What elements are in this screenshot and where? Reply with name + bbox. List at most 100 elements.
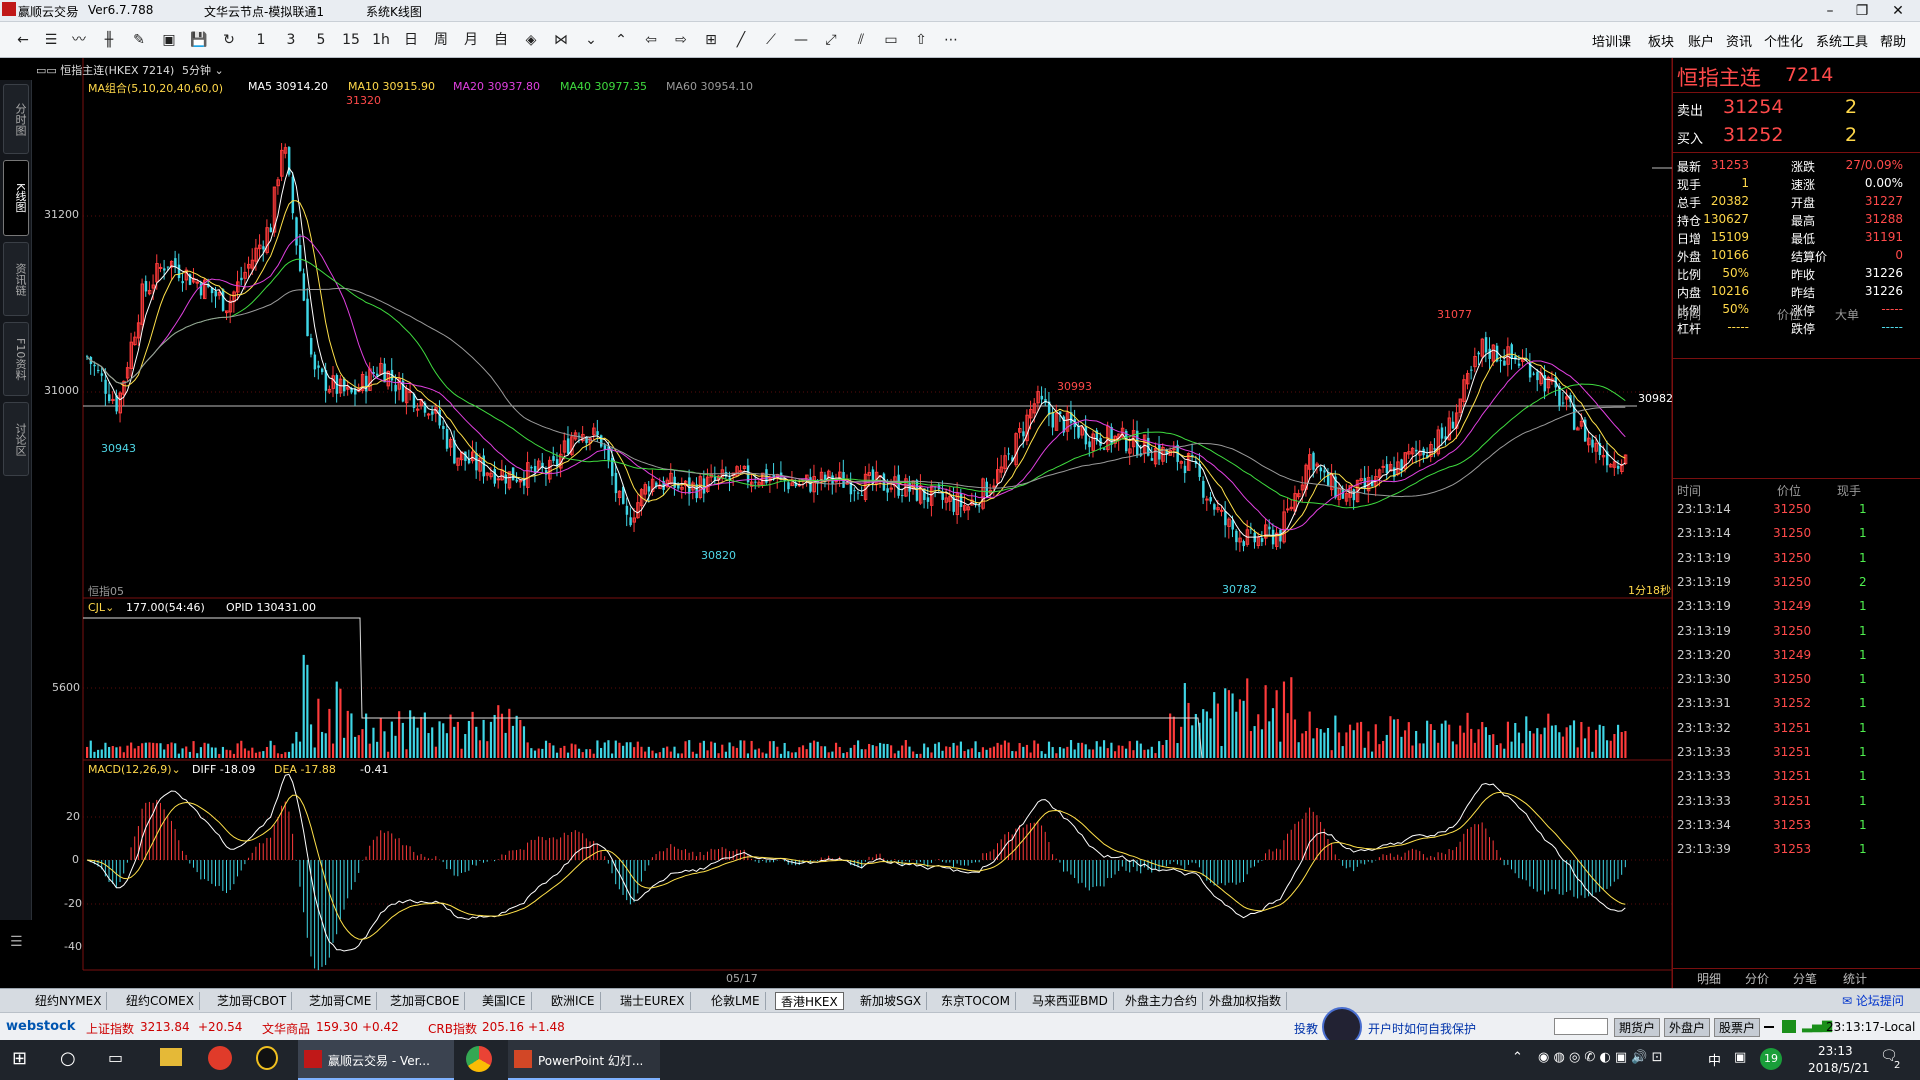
market-tab[interactable]: 芝加哥CBOE xyxy=(385,992,466,1010)
foreign-account-button[interactable]: 外盘户 xyxy=(1664,1018,1711,1037)
symbol-label[interactable]: ▭▭ 恒指主连(HKEX 7214) xyxy=(36,62,174,78)
volume-title[interactable]: CJL⌄ xyxy=(88,601,114,614)
double-up-icon[interactable]: ⌃ xyxy=(608,29,634,51)
tick-row[interactable]: 23:13:19 31249 1 xyxy=(1673,597,1909,619)
search-circle-icon[interactable]: ○ xyxy=(60,1048,76,1069)
market-tab[interactable]: 纽约NYMEX xyxy=(30,992,108,1010)
server-node[interactable]: 文华云节点-模拟联通1 xyxy=(204,3,324,20)
period-5m[interactable]: 5 xyxy=(308,29,334,51)
arrow-right-icon[interactable]: ⇨ xyxy=(668,29,694,51)
market-tab[interactable]: 纽约COMEX xyxy=(121,992,200,1010)
task-powerpoint[interactable]: PowerPoint 幻灯... xyxy=(508,1040,660,1080)
more-icon[interactable]: ⋯ xyxy=(938,29,964,51)
menu-help[interactable]: 帮助 xyxy=(1880,31,1906,50)
ime-indicator[interactable]: 中 xyxy=(1708,1050,1721,1069)
tick-row[interactable]: 23:13:31 31252 1 xyxy=(1673,694,1909,716)
sh-index-label[interactable]: 上证指数 xyxy=(86,1020,134,1037)
tab-timeshare[interactable]: 分时图 xyxy=(3,84,29,154)
period-1h[interactable]: 1h xyxy=(368,29,394,51)
period-month[interactable]: 月 xyxy=(458,29,484,51)
period-custom[interactable]: 自 xyxy=(488,29,514,51)
tab-by-tick[interactable]: 分笔 xyxy=(1793,969,1817,989)
restore-icon[interactable]: ❐ xyxy=(1842,1,1882,21)
market-tab[interactable]: 伦敦LME xyxy=(706,992,766,1010)
buy-price[interactable]: 31252 xyxy=(1723,124,1783,146)
market-tab[interactable]: 芝加哥CBOT xyxy=(212,992,293,1010)
tab-f10[interactable]: F10资料 xyxy=(3,322,29,396)
tick-row[interactable]: 23:13:19 31250 1 xyxy=(1673,622,1909,644)
tick-row[interactable]: 23:13:19 31250 2 xyxy=(1673,573,1909,595)
status-input[interactable] xyxy=(1554,1018,1608,1035)
tray-badge[interactable]: 19 xyxy=(1760,1048,1782,1070)
period-select[interactable]: 5分钟 ⌄ xyxy=(182,62,224,78)
draw-icon[interactable]: ✎ xyxy=(126,29,152,51)
market-tab[interactable]: 马来西亚BMD xyxy=(1027,992,1114,1010)
arrow-left-icon[interactable]: ⇦ xyxy=(638,29,664,51)
period-week[interactable]: 周 xyxy=(428,29,454,51)
menu-personalize[interactable]: 个性化 xyxy=(1764,31,1803,50)
task-view-icon[interactable]: ▭ xyxy=(108,1048,123,1067)
menu-sector[interactable]: 板块 xyxy=(1648,31,1674,50)
menu-system-tools[interactable]: 系统工具 xyxy=(1816,31,1868,50)
line-chart-icon[interactable]: 〰 xyxy=(66,29,92,51)
tick-row[interactable]: 23:13:30 31250 1 xyxy=(1673,670,1909,692)
futures-account-button[interactable]: 期货户 xyxy=(1614,1018,1661,1037)
market-tab[interactable]: 外盘主力合约 xyxy=(1120,992,1204,1010)
market-tab[interactable]: 美国ICE xyxy=(477,992,532,1010)
menu-lines-icon[interactable]: ☰ xyxy=(10,934,23,950)
save-template-icon[interactable]: ▣ xyxy=(156,29,182,51)
rect-tool-icon[interactable]: ▭ xyxy=(878,29,904,51)
tick-row[interactable]: 23:13:33 31251 1 xyxy=(1673,743,1909,765)
macd-title[interactable]: MACD(12,26,9)⌄ xyxy=(88,763,181,776)
line-tool-icon[interactable]: ╱ xyxy=(728,29,754,51)
stock-account-button[interactable]: 股票户 xyxy=(1714,1018,1761,1037)
market-tab[interactable]: 芝加哥CME xyxy=(304,992,378,1010)
tray-icons[interactable]: ◉ ◍ ◎ ✆ ◐ ▣ 🔊 ⊡ xyxy=(1538,1050,1663,1065)
wh-index-label[interactable]: 文华商品 xyxy=(262,1020,310,1037)
tick-row[interactable]: 23:13:33 31251 1 xyxy=(1673,767,1909,789)
grid-icon[interactable]: ⊞ xyxy=(698,29,724,51)
tab-by-price[interactable]: 分价 xyxy=(1745,969,1769,989)
tick-row[interactable]: 23:13:33 31251 1 xyxy=(1673,792,1909,814)
tab-statistics[interactable]: 统计 xyxy=(1843,969,1867,989)
file-explorer-icon[interactable] xyxy=(160,1048,182,1066)
tab-kline[interactable]: K线图 xyxy=(3,160,29,236)
period-day[interactable]: 日 xyxy=(398,29,424,51)
save-icon[interactable]: 💾 xyxy=(186,29,212,51)
ad-link[interactable]: 开户时如何自我保护 xyxy=(1368,1020,1476,1037)
sell-price[interactable]: 31254 xyxy=(1723,96,1783,118)
hline-tool-icon[interactable]: — xyxy=(788,29,814,51)
segment-tool-icon[interactable]: ⤢ xyxy=(818,29,844,51)
ray-tool-icon[interactable]: ⟋ xyxy=(758,29,784,51)
task-winshun[interactable]: 赢顺云交易 - Ver... xyxy=(298,1040,454,1080)
forum-link[interactable]: ✉ 论坛提问 xyxy=(1842,992,1904,1009)
tick-row[interactable]: 23:13:34 31253 1 xyxy=(1673,816,1909,838)
ad-text[interactable]: 投教 xyxy=(1294,1020,1318,1037)
up-arrow-tool-icon[interactable]: ⇧ xyxy=(908,29,934,51)
menu-account[interactable]: 账户 xyxy=(1688,31,1714,50)
tick-row[interactable]: 23:13:32 31251 1 xyxy=(1673,719,1909,741)
tick-row[interactable]: 23:13:14 31250 1 xyxy=(1673,500,1909,522)
list-icon[interactable]: ☰ xyxy=(38,29,64,51)
menu-news[interactable]: 资讯 xyxy=(1726,31,1752,50)
tick-row[interactable]: 23:13:14 31250 1 xyxy=(1673,524,1909,546)
tick-row[interactable]: 23:13:39 31253 1 xyxy=(1673,840,1909,862)
netease-music-icon[interactable] xyxy=(208,1046,232,1070)
market-tab[interactable]: 新加坡SGX xyxy=(855,992,928,1010)
tab-detail[interactable]: 明细 xyxy=(1697,969,1721,989)
tab-news-chain[interactable]: 资讯链 xyxy=(3,242,29,316)
double-down-icon[interactable]: ⌄ xyxy=(578,29,604,51)
market-tab[interactable]: 香港HKEX xyxy=(775,992,844,1010)
channel-tool-icon[interactable]: ⫽ xyxy=(848,29,874,51)
refresh-icon[interactable]: ↻ xyxy=(216,29,242,51)
market-tab[interactable]: 欧洲ICE xyxy=(546,992,601,1010)
qq-icon[interactable] xyxy=(256,1046,278,1070)
chrome-icon[interactable] xyxy=(466,1046,492,1072)
menu-training[interactable]: 培训课 xyxy=(1592,31,1631,50)
period-15m[interactable]: 15 xyxy=(338,29,364,51)
period-1m[interactable]: 1 xyxy=(248,29,274,51)
back-icon[interactable]: ← xyxy=(10,29,36,51)
market-tab[interactable]: 外盘加权指数 xyxy=(1204,992,1288,1010)
chart-area[interactable]: ▭▭ 恒指主连(HKEX 7214) 5分钟 ⌄ MA组合(5,10,20,40… xyxy=(0,58,1673,988)
period-3m[interactable]: 3 xyxy=(278,29,304,51)
